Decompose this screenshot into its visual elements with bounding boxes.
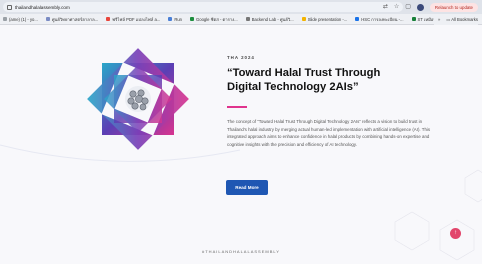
bookmark-label: Run bbox=[174, 16, 182, 22]
bookmark-favicon bbox=[106, 17, 111, 21]
footer-hashtag: #THAILANDHALALASSEMBLY bbox=[202, 249, 280, 254]
bookmark-item[interactable]: HSC การลงทะเบียน -... bbox=[355, 16, 404, 23]
bookmark-label: ศูนย์วิทยาศาสตร์ฮาลาล... bbox=[51, 16, 99, 22]
event-eyebrow: THA 2024 bbox=[227, 55, 255, 60]
extensions-icon[interactable]: ▢ bbox=[405, 2, 411, 12]
bookmark-label: ฟรีไฟล์ PDF แปลงไฟล์ a... bbox=[112, 16, 161, 22]
bookmark-item[interactable]: ศูนย์วิทยาศาสตร์ฮาลาล... bbox=[45, 16, 99, 23]
bookmark-item[interactable]: ฟรีไฟล์ PDF แปลงไฟล์ a... bbox=[106, 16, 160, 23]
relaunch-update-button[interactable]: Relaunch to update bbox=[429, 2, 478, 12]
bookmark-label: Slide presentation -... bbox=[307, 16, 348, 22]
site-info-icon[interactable] bbox=[7, 4, 12, 10]
bookmark-star-icon[interactable]: ☆ bbox=[394, 2, 399, 12]
halal-star-logo bbox=[87, 48, 189, 150]
bookmark-favicon bbox=[355, 17, 360, 21]
bookmark-favicon bbox=[3, 17, 7, 21]
bookmark-label: Backend Lab - ศูนย์วิ... bbox=[251, 16, 294, 22]
bookmark-item[interactable]: Backend Lab - ศูนย์วิ... bbox=[245, 16, 294, 23]
bookmarks-bar: (ame) (1) - yo... ศูนย์วิทยาศาสตร์ฮาลาล.… bbox=[0, 14, 482, 25]
browser-actions: ⇄ ☆ ▢ Relaunch to update bbox=[383, 2, 478, 12]
all-bookmarks-folder[interactable]: ▭ All Bookmarks bbox=[446, 17, 478, 22]
bookmarks-bar-right: » ▭ All Bookmarks bbox=[434, 14, 478, 25]
bookmark-item[interactable]: Run bbox=[168, 17, 182, 22]
hero-description: The concept of “Toward Halal Trust Throu… bbox=[227, 119, 431, 147]
bookmark-item[interactable]: Google ชีตส - ตาราง... bbox=[190, 16, 238, 23]
arrow-up-icon: ↑ bbox=[454, 230, 457, 236]
translate-icon[interactable]: ⇄ bbox=[383, 2, 388, 12]
all-bookmarks-label: All Bookmarks bbox=[451, 17, 478, 22]
title-accent-divider bbox=[227, 106, 247, 108]
bookmark-label: HSC การลงทะเบียน -... bbox=[361, 16, 404, 22]
page-title: “Toward Halal Trust Through Digital Tech… bbox=[227, 67, 381, 93]
bookmark-favicon bbox=[301, 17, 306, 21]
bookmark-favicon bbox=[411, 17, 416, 21]
browser-toolbar: thailandhalalassembly.com ⇄ ☆ ▢ Relaunch… bbox=[0, 0, 482, 14]
bookmark-favicon bbox=[190, 17, 194, 21]
profile-avatar[interactable] bbox=[416, 3, 424, 11]
read-more-button[interactable]: Read More bbox=[226, 180, 268, 195]
bookmark-favicon bbox=[45, 17, 50, 21]
bookmark-favicon bbox=[245, 17, 250, 21]
bookmark-favicon bbox=[168, 17, 173, 21]
address-bar[interactable]: thailandhalalassembly.com bbox=[3, 2, 403, 12]
bookmark-label: (ame) (1) - yo... bbox=[9, 16, 38, 22]
bookmark-item[interactable]: (ame) (1) - yo... bbox=[3, 17, 38, 22]
scroll-to-top-button[interactable]: ↑ bbox=[450, 228, 461, 239]
bookmark-item[interactable]: Slide presentation -... bbox=[301, 16, 348, 22]
bookmark-label: Google ชีตส - ตาราง... bbox=[196, 16, 238, 22]
address-bar-url: thailandhalalassembly.com bbox=[15, 4, 70, 10]
bookmarks-overflow-icon[interactable]: » bbox=[438, 17, 440, 22]
